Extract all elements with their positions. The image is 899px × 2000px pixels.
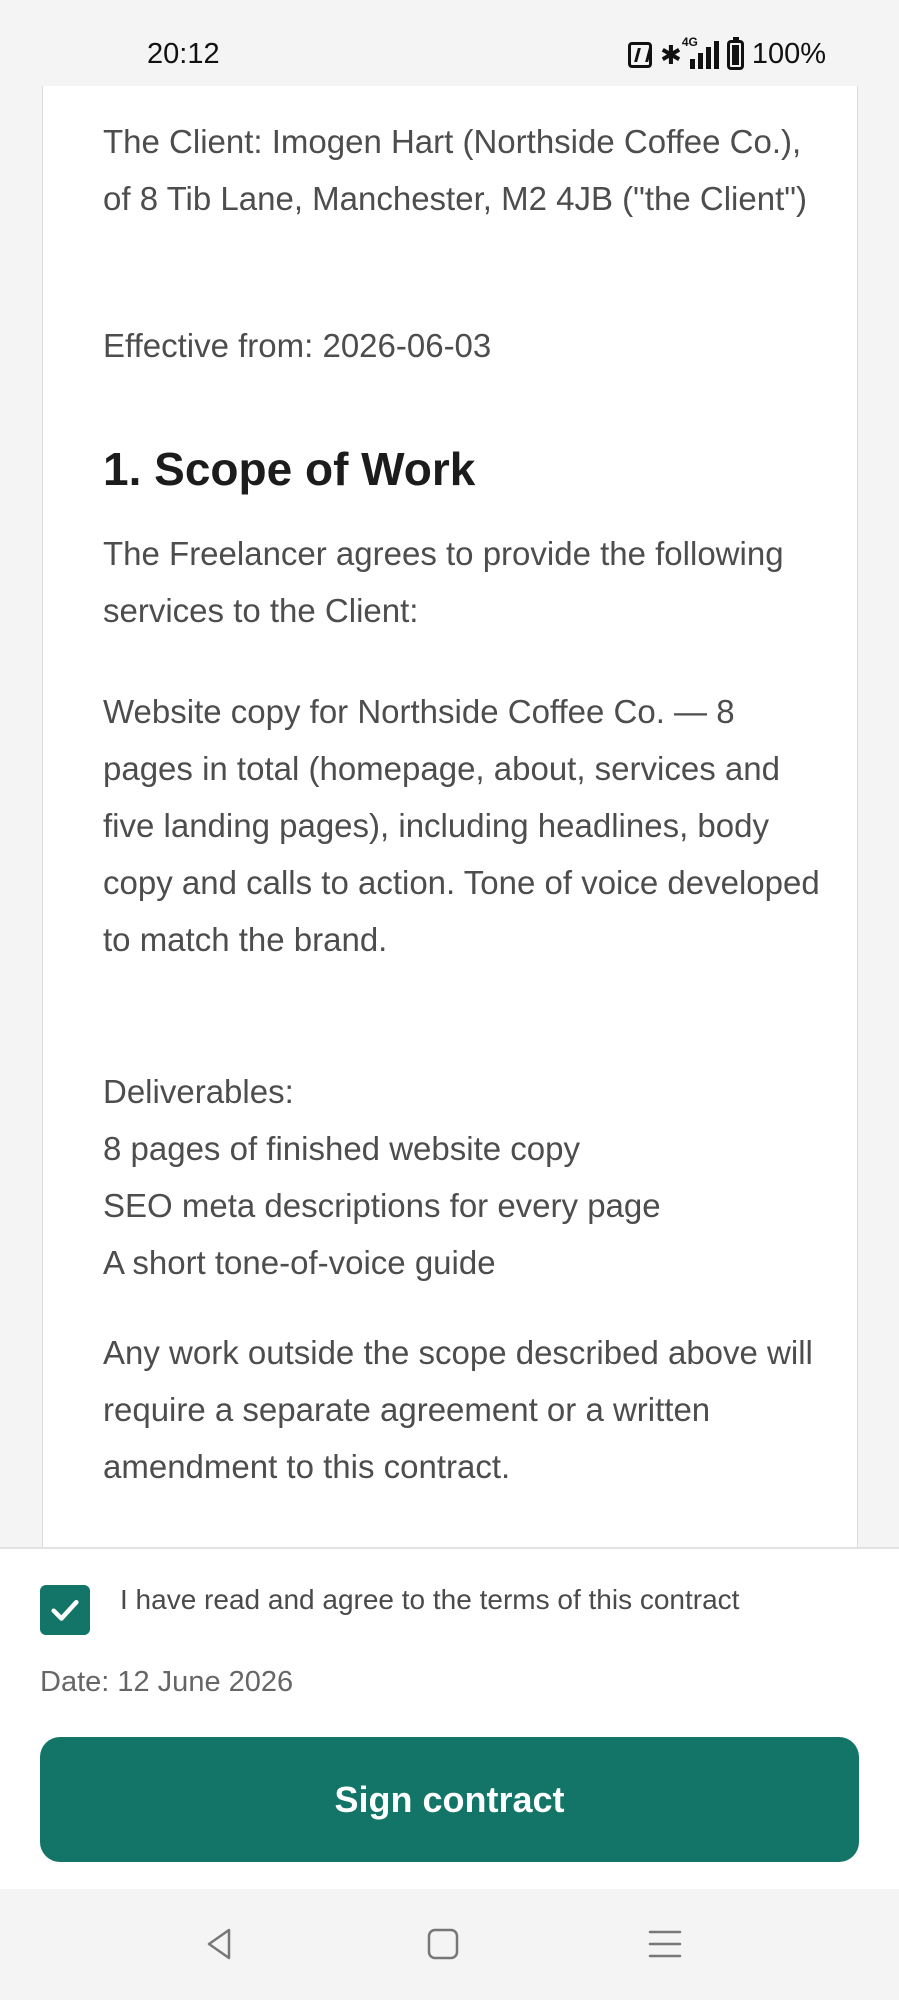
scope-description: Website copy for Northside Coffee Co. — …	[103, 693, 820, 958]
nfc-icon	[628, 41, 653, 68]
agree-checkbox[interactable]	[40, 1585, 90, 1635]
section-heading: 1. Scope of Work	[103, 443, 476, 495]
bluetooth-icon: ✱	[660, 39, 682, 70]
sign-date: Date: 12 June 2026	[40, 1666, 294, 1698]
status-bar: 20:12 ✱ 4G 100%	[0, 0, 899, 86]
outside-scope-note: Any work outside the scope described abo…	[103, 1334, 813, 1485]
battery-icon	[726, 36, 744, 70]
signal-icon: 4G	[682, 35, 719, 69]
deliverable-item: SEO meta descriptions for every page	[103, 1187, 661, 1224]
status-time: 20:12	[147, 38, 220, 70]
home-square-icon[interactable]	[418, 1919, 468, 1969]
deliverable-item: A short tone-of-voice guide	[103, 1244, 496, 1281]
menu-lines-icon[interactable]	[640, 1919, 690, 1969]
deliverables-title: Deliverables:	[103, 1073, 294, 1110]
checkmark-icon	[51, 1599, 79, 1621]
effective-date: Effective from: 2026-06-03	[103, 327, 492, 364]
back-triangle-icon[interactable]	[195, 1919, 245, 1969]
contract-document[interactable]: The Client: Imogen Hart (Northside Coffe…	[42, 86, 858, 1547]
network-type: 4G	[681, 34, 698, 49]
sign-contract-button[interactable]: Sign contract	[40, 1737, 859, 1862]
status-icons: ✱ 4G 100%	[628, 35, 826, 71]
client-details: The Client: Imogen Hart (Northside Coffe…	[103, 123, 807, 217]
scope-intro: The Freelancer agrees to provide the fol…	[103, 535, 784, 629]
agreement-panel: I have read and agree to the terms of th…	[0, 1547, 899, 1889]
deliverable-item: 8 pages of finished website copy	[103, 1130, 580, 1167]
system-nav-bar	[0, 1889, 899, 2000]
battery-percent: 100%	[751, 38, 826, 70]
agree-label[interactable]: I have read and agree to the terms of th…	[120, 1581, 739, 1619]
